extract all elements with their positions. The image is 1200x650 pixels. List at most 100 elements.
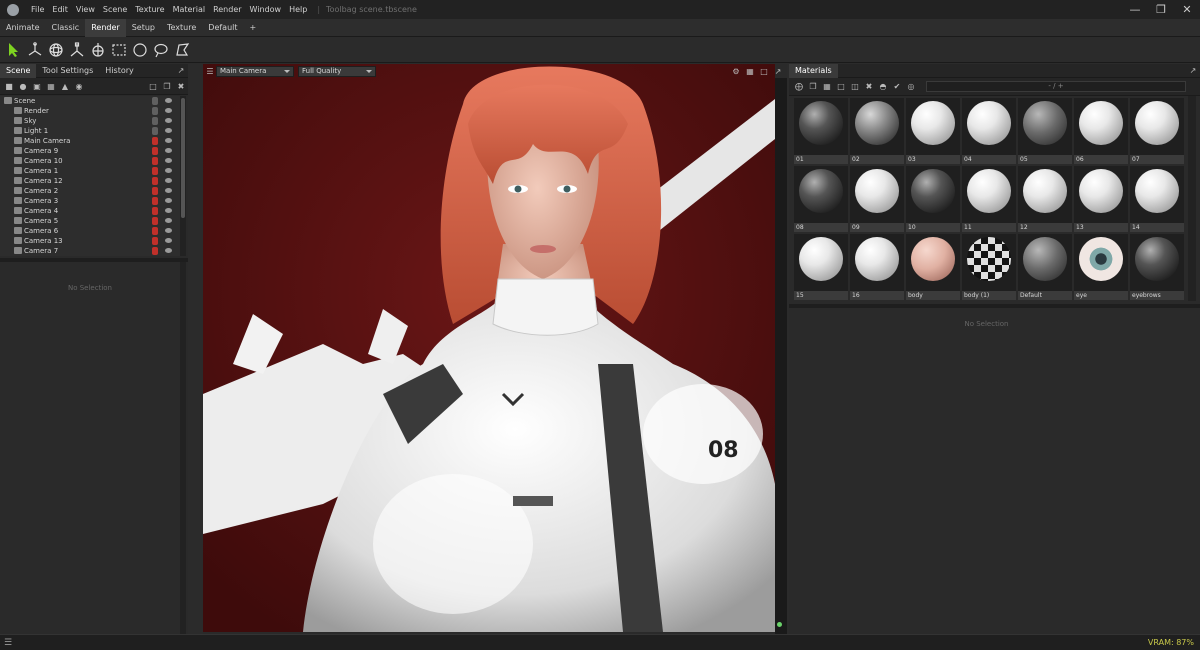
lock-icon[interactable] xyxy=(152,227,158,235)
material-export-icon[interactable]: ◓ xyxy=(876,80,890,94)
properties-scrollbar[interactable] xyxy=(180,262,186,634)
menu-file[interactable]: File xyxy=(27,5,48,14)
material-thumbnail[interactable]: 16 xyxy=(850,234,904,300)
material-thumbnail[interactable]: 05 xyxy=(1018,98,1072,164)
delete-material-icon[interactable]: ✖ xyxy=(862,80,876,94)
material-checker-icon[interactable]: ▦ xyxy=(820,80,834,94)
tree-item[interactable]: Camera 3 xyxy=(4,196,180,206)
lock-icon[interactable] xyxy=(152,197,158,205)
material-thumbnail[interactable]: 08 xyxy=(794,166,848,232)
tab-texture[interactable]: Texture xyxy=(161,19,202,37)
tab-scene[interactable]: Scene xyxy=(0,63,37,78)
select-tool-icon[interactable] xyxy=(4,40,24,60)
rotate-tool-icon[interactable] xyxy=(46,40,66,60)
viewport[interactable]: 08 ☰ Main Camera Full Quality ⚙ ▦ □ ↗ xyxy=(203,64,787,634)
add-shape-icon[interactable]: ▲ xyxy=(58,79,72,93)
material-thumbnail[interactable]: 01 xyxy=(794,98,848,164)
materials-scrollbar[interactable] xyxy=(1188,96,1196,301)
move-tool-icon[interactable] xyxy=(25,40,45,60)
tree-item[interactable]: Sky xyxy=(4,116,180,126)
maximize-icon[interactable]: ❐ xyxy=(1148,0,1174,19)
lock-icon[interactable] xyxy=(152,147,158,155)
menu-texture[interactable]: Texture xyxy=(131,5,168,14)
lock-icon[interactable] xyxy=(152,177,158,185)
visibility-eye-icon[interactable] xyxy=(165,108,172,113)
lock-icon[interactable] xyxy=(152,137,158,145)
add-object-icon[interactable]: ■ xyxy=(2,79,16,93)
rect-select-icon[interactable] xyxy=(109,40,129,60)
viewport-menu-icon[interactable]: ☰ xyxy=(205,64,215,78)
lock-icon[interactable] xyxy=(152,247,158,255)
visibility-eye-icon[interactable] xyxy=(165,138,172,143)
tab-tool-settings[interactable]: Tool Settings xyxy=(36,64,99,78)
materials-popout-icon[interactable]: ↗ xyxy=(1186,64,1200,78)
material-thumbnail[interactable]: 11 xyxy=(962,166,1016,232)
material-thumbnail[interactable]: body xyxy=(906,234,960,300)
menu-edit[interactable]: Edit xyxy=(48,5,72,14)
polygon-select-icon[interactable] xyxy=(172,40,192,60)
material-thumbnail[interactable]: eye xyxy=(1074,234,1128,300)
tab-default[interactable]: Default xyxy=(202,19,243,37)
tree-item[interactable]: Camera 10 xyxy=(4,156,180,166)
menu-help[interactable]: Help xyxy=(285,5,311,14)
scale-tool-icon[interactable] xyxy=(67,40,87,60)
material-thumbnail[interactable]: 03 xyxy=(906,98,960,164)
lasso-select-icon[interactable] xyxy=(151,40,171,60)
tree-item[interactable]: Camera 9 xyxy=(4,146,180,156)
material-thumbnail[interactable]: 02 xyxy=(850,98,904,164)
visibility-eye-icon[interactable] xyxy=(165,248,172,253)
panel-splitter[interactable] xyxy=(0,258,188,262)
lock-icon[interactable] xyxy=(152,167,158,175)
close-icon[interactable]: ✕ xyxy=(1174,0,1200,19)
camera-dropdown[interactable]: Main Camera xyxy=(216,65,294,77)
material-thumbnail[interactable]: 04 xyxy=(962,98,1016,164)
quality-dropdown[interactable]: Full Quality xyxy=(298,65,376,77)
visibility-eye-icon[interactable] xyxy=(165,208,172,213)
lock-icon[interactable] xyxy=(152,237,158,245)
menu-material[interactable]: Material xyxy=(169,5,210,14)
tab-history[interactable]: History xyxy=(99,64,139,78)
tree-item[interactable]: Render xyxy=(4,106,180,116)
lock-icon[interactable] xyxy=(152,207,158,215)
add-camera-icon[interactable]: ▣ xyxy=(30,79,44,93)
visibility-eye-icon[interactable] xyxy=(165,178,172,183)
tab-render[interactable]: Render xyxy=(85,18,126,37)
visibility-eye-icon[interactable] xyxy=(165,158,172,163)
material-thumbnail[interactable]: 07 xyxy=(1130,98,1184,164)
tree-item[interactable]: Camera 6 xyxy=(4,226,180,236)
folder-icon[interactable]: □ xyxy=(146,79,160,93)
duplicate-icon[interactable]: ❐ xyxy=(160,79,174,93)
visibility-eye-icon[interactable] xyxy=(165,218,172,223)
menu-view[interactable]: View xyxy=(72,5,99,14)
viewport-popout-icon[interactable]: ↗ xyxy=(771,64,785,78)
add-sky-icon[interactable]: ◉ xyxy=(72,79,86,93)
tab-animate[interactable]: Animate xyxy=(0,19,46,37)
tab-materials[interactable]: Materials xyxy=(789,63,838,78)
material-thumbnail[interactable]: 15 xyxy=(794,234,848,300)
add-material-icon[interactable]: ⨁ xyxy=(792,80,806,94)
tab-setup[interactable]: Setup xyxy=(126,19,161,37)
menu-render[interactable]: Render xyxy=(209,5,245,14)
scene-tree-scrollbar[interactable] xyxy=(180,96,186,256)
visibility-eye-icon[interactable] xyxy=(165,168,172,173)
tree-item[interactable]: Camera 13 xyxy=(4,236,180,246)
delete-icon[interactable]: ✖ xyxy=(174,79,188,93)
tree-item[interactable]: Camera 4 xyxy=(4,206,180,216)
visibility-eye-icon[interactable] xyxy=(165,188,172,193)
viewport-settings-icon[interactable]: ⚙ xyxy=(729,64,743,78)
add-workspace-button[interactable]: + xyxy=(244,19,263,37)
material-thumbnail[interactable]: 10 xyxy=(906,166,960,232)
material-thumbnail[interactable]: 14 xyxy=(1130,166,1184,232)
material-thumbnail[interactable]: body (1) xyxy=(962,234,1016,300)
add-group-icon[interactable]: ▦ xyxy=(44,79,58,93)
tree-item[interactable]: Camera 5 xyxy=(4,216,180,226)
popout-icon[interactable]: ↗ xyxy=(174,64,188,78)
material-thumbnail[interactable]: 12 xyxy=(1018,166,1072,232)
material-thumbnail[interactable]: Default xyxy=(1018,234,1072,300)
lock-icon[interactable] xyxy=(152,127,158,135)
viewport-frame-icon[interactable]: □ xyxy=(757,64,771,78)
log-icon[interactable]: ☰ xyxy=(4,638,12,648)
viewport-layout-icon[interactable]: ▦ xyxy=(743,64,757,78)
material-thumbnail[interactable]: eyebrows xyxy=(1130,234,1184,300)
lock-icon[interactable] xyxy=(152,107,158,115)
